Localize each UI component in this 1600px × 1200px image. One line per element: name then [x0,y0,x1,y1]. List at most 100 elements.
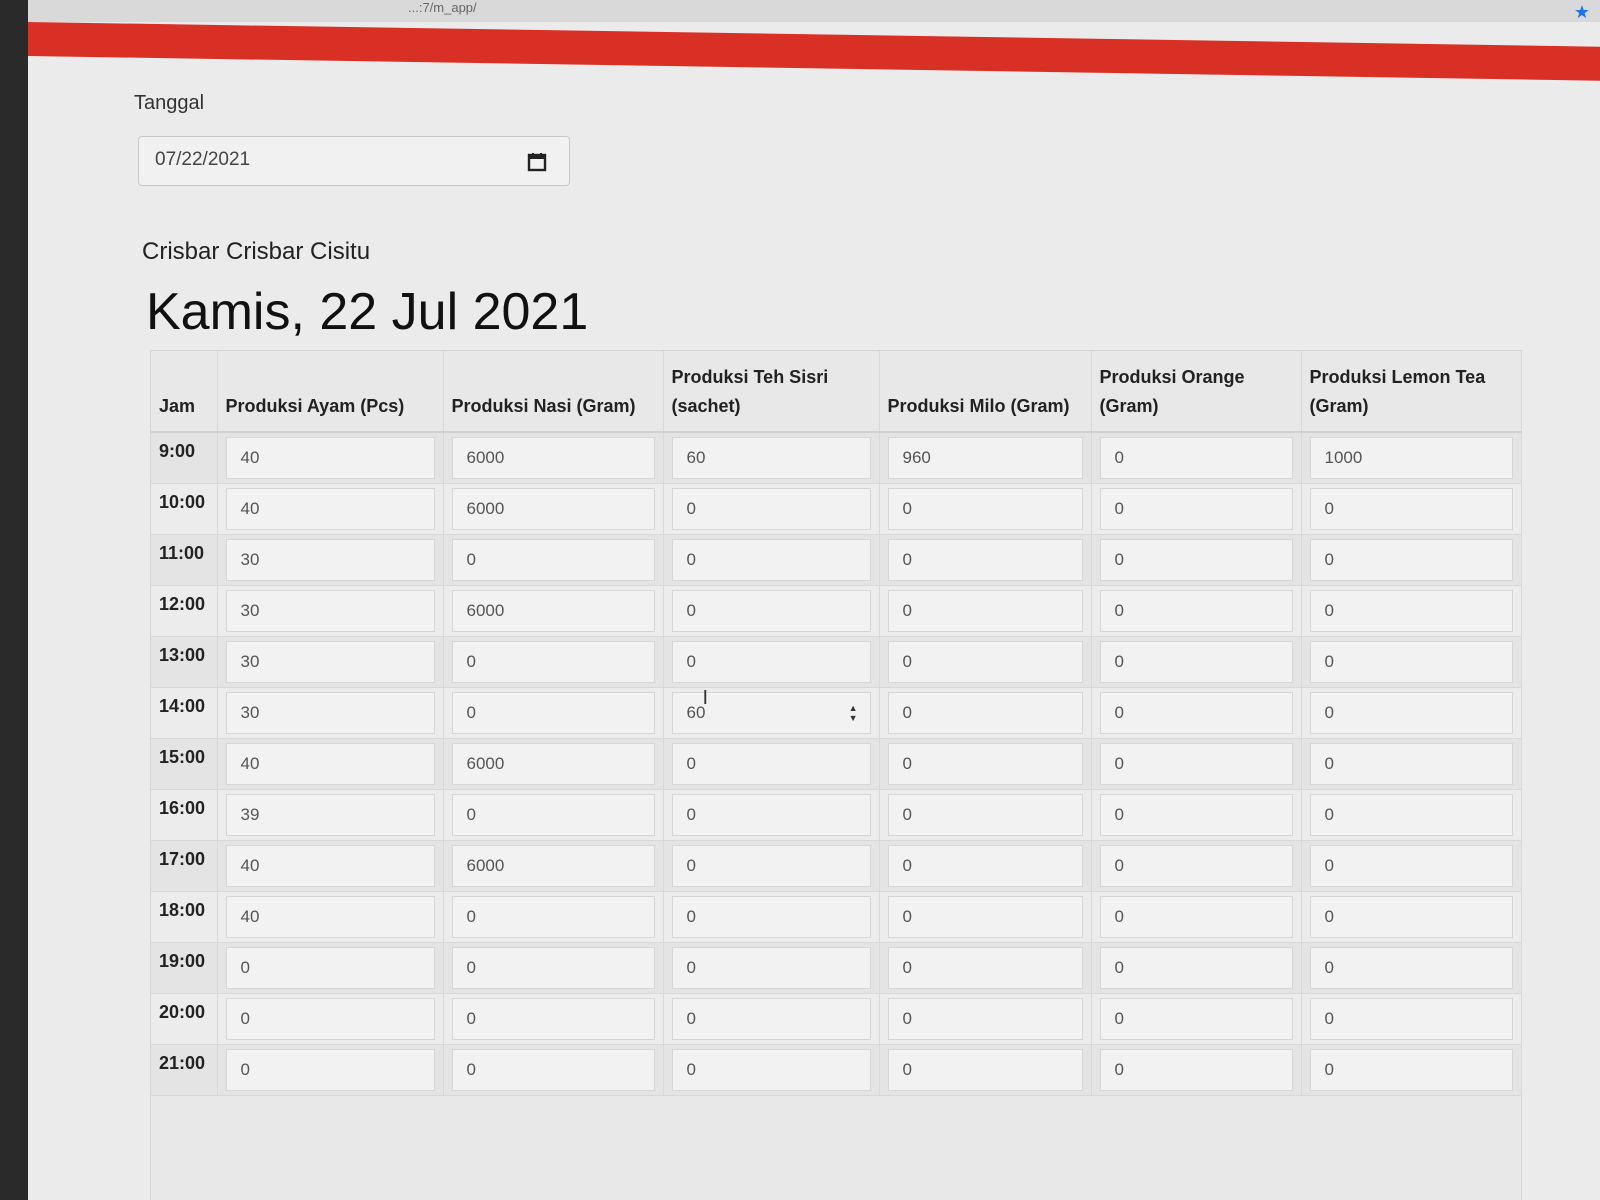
quantity-input[interactable]: 0 [451,998,655,1040]
quantity-input[interactable]: 0 [225,998,435,1040]
quantity-input[interactable]: 40 [225,488,435,530]
quantity-input[interactable]: 0 [887,641,1083,683]
url-fragment[interactable]: ...:7/m_app/ [408,0,477,15]
quantity-input[interactable]: 6000 [451,437,655,479]
quantity-input[interactable]: 0 [1099,947,1293,989]
quantity-input[interactable]: 0 [887,590,1083,632]
quantity-input[interactable]: 0 [1309,743,1513,785]
quantity-value: 0 [686,958,696,977]
quantity-input[interactable]: 30 [225,641,435,683]
quantity-value: 40 [240,907,260,926]
quantity-input[interactable]: 0 [1309,947,1513,989]
quantity-input[interactable]: 0 [671,1049,871,1091]
quantity-input[interactable]: 0 [1309,998,1513,1040]
quantity-input[interactable]: 0 [1099,488,1293,530]
quantity-input[interactable]: 0 [1309,1049,1513,1091]
quantity-value: 0 [686,499,696,518]
value-cell: 0 [879,636,1092,688]
quantity-input[interactable]: 60 ▲ ▼ I [671,687,871,734]
quantity-input[interactable]: 0 [671,641,871,683]
value-cell: 0 [1301,942,1522,994]
quantity-input[interactable]: 0 [1309,488,1513,530]
quantity-input[interactable]: 0 [671,590,871,632]
quantity-input[interactable]: 0 [887,539,1083,581]
quantity-input[interactable]: 0 [671,794,871,836]
quantity-input[interactable]: 0 [1099,845,1293,887]
quantity-input[interactable]: 0 [1099,1049,1293,1091]
quantity-input[interactable]: 0 [1309,692,1513,734]
quantity-input[interactable]: 0 [671,947,871,989]
quantity-input[interactable]: 60 [671,437,871,479]
value-cell: 0 [663,483,880,535]
quantity-input[interactable]: 0 [1099,998,1293,1040]
quantity-input[interactable]: 960 [887,437,1083,479]
quantity-input[interactable]: 0 [1099,641,1293,683]
quantity-input[interactable]: 0 [1309,794,1513,836]
quantity-input[interactable]: 0 [451,641,655,683]
quantity-input[interactable]: 0 [225,947,435,989]
quantity-input[interactable]: 0 [887,743,1083,785]
quantity-input[interactable]: 0 [451,1049,655,1091]
quantity-value: 0 [902,652,912,671]
date-value: 07/22/2021 [155,149,251,170]
quantity-input[interactable]: 0 [1099,539,1293,581]
quantity-input[interactable]: 30 [225,539,435,581]
quantity-input[interactable]: 0 [887,947,1083,989]
quantity-input[interactable]: 0 [671,488,871,530]
value-cell: 0 [879,942,1092,994]
quantity-input[interactable]: 0 [1099,590,1293,632]
quantity-input[interactable]: 0 [1309,539,1513,581]
quantity-input[interactable]: 1000 [1309,437,1513,479]
quantity-input[interactable]: 0 [887,998,1083,1040]
quantity-input[interactable]: 40 [225,743,435,785]
quantity-input[interactable]: 0 [671,743,871,785]
quantity-input[interactable]: 6000 [451,743,655,785]
quantity-input[interactable]: 0 [887,1049,1083,1091]
quantity-input[interactable]: 40 [225,437,435,479]
quantity-input[interactable]: 0 [671,896,871,938]
quantity-input[interactable]: 0 [451,692,655,734]
quantity-input[interactable]: 0 [887,692,1083,734]
quantity-input[interactable]: 0 [1309,590,1513,632]
quantity-input[interactable]: 40 [225,845,435,887]
quantity-input[interactable]: 0 [1099,692,1293,734]
quantity-input[interactable]: 0 [887,488,1083,530]
quantity-input[interactable]: 6000 [451,488,655,530]
quantity-input[interactable]: 0 [887,794,1083,836]
calendar-icon[interactable] [527,152,547,172]
quantity-input[interactable]: 0 [451,896,655,938]
quantity-input[interactable]: 0 [451,794,655,836]
quantity-input[interactable]: 0 [1099,896,1293,938]
date-input[interactable]: 07/22/2021 [138,136,570,186]
quantity-input[interactable]: 0 [1309,896,1513,938]
quantity-input[interactable]: 0 [887,845,1083,887]
quantity-value: 0 [1114,601,1124,620]
quantity-input[interactable]: 30 [225,692,435,734]
quantity-input[interactable]: 0 [887,896,1083,938]
quantity-input[interactable]: 39 [225,794,435,836]
quantity-value: 0 [1324,601,1334,620]
quantity-input[interactable]: 0 [1099,794,1293,836]
quantity-input[interactable]: 0 [451,539,655,581]
quantity-input[interactable]: 0 [1099,437,1293,479]
quantity-input[interactable]: 6000 [451,845,655,887]
quantity-input[interactable]: 0 [671,998,871,1040]
quantity-input[interactable]: 40 [225,896,435,938]
value-cell: 0 [1301,891,1522,943]
quantity-value: 0 [466,907,476,926]
quantity-input[interactable]: 30 [225,590,435,632]
quantity-input[interactable]: 0 [1099,743,1293,785]
quantity-input[interactable]: 0 [671,539,871,581]
quantity-input[interactable]: 6000 [451,590,655,632]
number-spinner-icon[interactable]: ▲ ▼ [849,703,858,723]
quantity-input[interactable]: 0 [451,947,655,989]
quantity-input[interactable]: 0 [671,845,871,887]
quantity-input[interactable]: 0 [1309,641,1513,683]
quantity-input[interactable]: 0 [225,1049,435,1091]
column-header: Produksi Teh Sisri (sachet) [663,351,880,433]
star-icon[interactable]: ★ [1574,2,1590,23]
quantity-value: 0 [240,958,250,977]
value-cell: 0 [663,534,880,586]
value-cell: 0 [879,738,1092,790]
quantity-input[interactable]: 0 [1309,845,1513,887]
